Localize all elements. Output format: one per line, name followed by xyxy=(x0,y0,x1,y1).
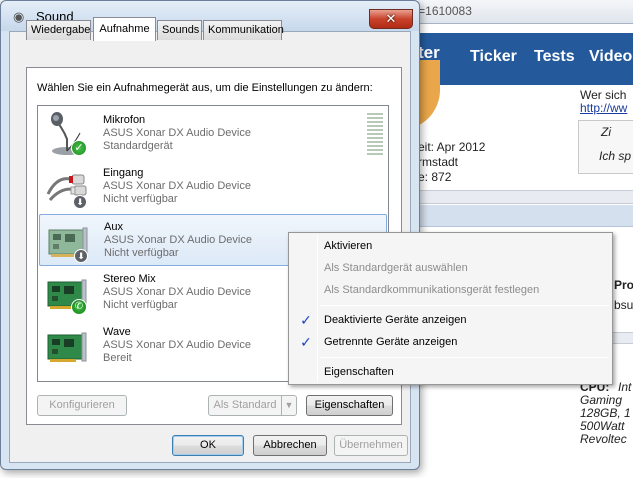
tab-aufnahme[interactable]: Aufnahme xyxy=(93,17,156,41)
speaker-icon: ◉ xyxy=(13,9,25,24)
device-driver: ASUS Xonar DX Audio Device xyxy=(103,339,251,351)
configure-button[interactable]: Konfigurieren xyxy=(37,395,127,416)
menu-item-aktivieren[interactable]: Aktivieren xyxy=(291,235,610,257)
signature-line-3: 500Watt xyxy=(580,419,625,433)
menu-item-label: Getrennte Geräte anzeigen xyxy=(324,336,458,348)
menu-item-show-disabled[interactable]: ✓ Deaktivierte Geräte anzeigen xyxy=(291,309,610,331)
device-status: Nicht verfügbar xyxy=(103,299,178,311)
site-brand-fragment: ter xyxy=(418,43,440,62)
tab-kommunikation[interactable]: Kommunikation xyxy=(203,20,284,40)
nav-tests[interactable]: Tests xyxy=(534,48,575,66)
cancel-button[interactable]: Abbrechen xyxy=(253,435,327,456)
device-name: Wave xyxy=(103,326,131,338)
menu-item-show-disconnected[interactable]: ✓ Getrennte Geräte anzeigen xyxy=(291,331,610,353)
unplugged-badge-icon: ⬇ xyxy=(74,249,88,263)
signature-line-2: 128GB, 1 xyxy=(580,406,631,420)
check-badge-icon: ✓ xyxy=(71,140,87,156)
device-mikrofon[interactable]: ✓ Mikrofon ASUS Xonar DX Audio Device St… xyxy=(39,108,387,160)
instruction-text: Wählen Sie ein Aufnahmegerät aus, um die… xyxy=(37,82,373,94)
checkmark-icon: ✓ xyxy=(300,312,312,328)
menu-item-label: Eigenschaften xyxy=(324,366,394,378)
device-driver: ASUS Xonar DX Audio Device xyxy=(103,127,251,139)
ok-button[interactable]: OK xyxy=(172,435,244,456)
menu-item-set-default[interactable]: Als Standardgerät auswählen xyxy=(291,257,610,279)
properties-button[interactable]: Eigenschaften xyxy=(306,395,393,416)
tab-sounds[interactable]: Sounds xyxy=(157,20,202,40)
menu-item-label: Deaktivierte Geräte anzeigen xyxy=(324,314,467,326)
post-header-bar xyxy=(418,205,633,227)
device-status: Standardgerät xyxy=(103,140,173,152)
close-button[interactable]: ✕ xyxy=(369,9,413,29)
side-text-prog: Prog xyxy=(614,278,633,292)
set-default-button[interactable]: Als Standard xyxy=(208,395,282,416)
menu-item-label: Als Standardkommunikationsgerät festlege… xyxy=(324,284,540,296)
sound-card-icon xyxy=(44,323,90,369)
device-driver: ASUS Xonar DX Audio Device xyxy=(104,234,252,246)
unplugged-badge-icon: ⬇ xyxy=(73,195,87,209)
profile-city: rmstadt xyxy=(418,155,459,169)
device-status: Nicht verfügbar xyxy=(104,247,179,259)
quote-box: Zi Ich sp xyxy=(578,120,633,174)
device-status: Bereit xyxy=(103,352,132,364)
chevron-down-icon[interactable]: ▼ xyxy=(281,395,297,416)
menu-item-label: Aktivieren xyxy=(324,240,373,252)
apply-button[interactable]: Übernehmen xyxy=(334,435,408,456)
profile-joined: eit: Apr 2012 xyxy=(418,140,486,154)
quote-text-2: Ich sp xyxy=(599,149,632,163)
quote-text-1: Zi xyxy=(601,125,611,139)
device-name: Eingang xyxy=(103,167,144,179)
menu-item-label: Als Standardgerät auswählen xyxy=(324,262,468,274)
device-eingang[interactable]: ⬇ Eingang ASUS Xonar DX Audio Device Nic… xyxy=(39,161,387,213)
menu-item-properties[interactable]: Eigenschaften xyxy=(291,361,610,383)
level-meter xyxy=(367,113,383,157)
phone-badge-icon: ✆ xyxy=(71,299,87,315)
device-driver: ASUS Xonar DX Audio Device xyxy=(103,180,251,192)
menu-separator xyxy=(320,305,609,306)
nav-videos[interactable]: Videos xyxy=(589,48,633,66)
device-name: Aux xyxy=(104,221,123,233)
menu-separator xyxy=(320,357,609,358)
side-text-bsuc: bsuc xyxy=(614,298,633,312)
signature-line-1: Gaming xyxy=(580,393,623,407)
device-name: Stereo Mix xyxy=(103,273,156,285)
device-driver: ASUS Xonar DX Audio Device xyxy=(103,286,251,298)
device-status: Nicht verfügbar xyxy=(103,193,178,205)
checkmark-icon: ✓ xyxy=(300,334,312,350)
menu-item-set-default-communication[interactable]: Als Standardkommunikationsgerät festlege… xyxy=(291,279,610,301)
post-link[interactable]: http://ww xyxy=(580,101,627,115)
tab-wiedergabe[interactable]: Wiedergabe xyxy=(26,20,91,40)
device-name: Mikrofon xyxy=(103,114,146,126)
signature-cpu-value: Int xyxy=(618,380,632,394)
separator-bar xyxy=(418,190,633,204)
context-menu: Aktivieren Als Standardgerät auswählen A… xyxy=(288,232,613,385)
post-text-line: Wer sich xyxy=(580,88,627,102)
nav-ticker[interactable]: Ticker xyxy=(470,48,517,66)
signature-line-4: Revoltec xyxy=(580,432,627,446)
profile-posts: e: 872 xyxy=(418,170,452,184)
